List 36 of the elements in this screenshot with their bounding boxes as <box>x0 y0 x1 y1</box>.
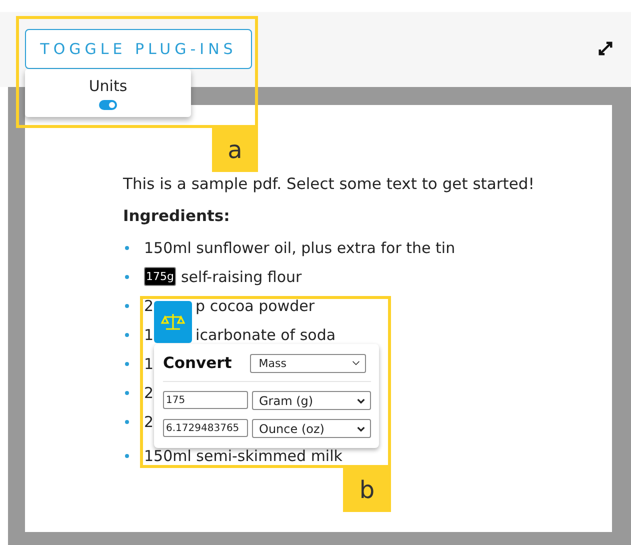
annotation-label: a <box>212 128 258 172</box>
list-text: 2 <box>144 296 154 314</box>
unit-dropdown[interactable]: Ounce (oz) <box>252 419 371 438</box>
bullet-dot <box>125 390 129 394</box>
list-text: 150ml semi-skimmed milk <box>144 446 342 464</box>
list-text: 1 <box>144 354 154 372</box>
chevron-icon <box>357 398 365 404</box>
bullet-dot <box>125 454 129 458</box>
list-text: 2 <box>144 412 154 430</box>
list-text: 150ml sunflower oil, plus extra for the tin <box>144 238 456 256</box>
plugin-label: Units <box>88 77 128 95</box>
ingredients-heading: Ingredients: <box>123 207 231 227</box>
list-text: self-raising flour <box>180 268 302 286</box>
bullet-dot <box>125 420 129 424</box>
list-text: icarbonate of soda <box>196 326 336 344</box>
bullet-dot <box>125 274 129 278</box>
value-field[interactable]: 175 <box>163 391 248 409</box>
bullet-dot <box>125 362 129 366</box>
chevron-icon <box>357 426 365 432</box>
scale-icon[interactable] <box>154 301 192 343</box>
unit-dropdown[interactable]: Gram (g) <box>252 391 371 410</box>
expand-icon[interactable] <box>598 41 613 56</box>
bullet-dot <box>125 246 129 250</box>
toggle-switch[interactable] <box>99 100 117 110</box>
annotation-label: b <box>343 468 391 512</box>
value-field[interactable]: 6.1729483765 <box>163 419 248 437</box>
category-dropdown[interactable]: Mass <box>250 354 366 372</box>
intro-text: This is a sample pdf. Select some text to get started! <box>123 175 536 195</box>
chevron-icon <box>352 360 360 366</box>
selected-text: 175g <box>144 267 176 286</box>
convert-title: Convert <box>163 354 232 372</box>
bullet-dot <box>125 332 129 336</box>
list-text: 2 <box>144 384 154 402</box>
list-text: 1 <box>144 326 154 344</box>
list-text: p cocoa powder <box>196 296 315 314</box>
bullet-dot <box>125 304 129 308</box>
